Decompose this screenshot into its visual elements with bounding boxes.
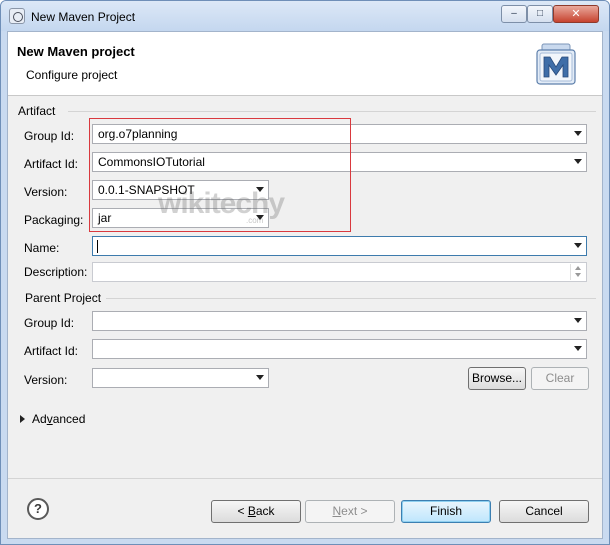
chevron-down-icon[interactable]: [574, 243, 582, 248]
watermark-logo: wikitechy: [158, 187, 285, 220]
chevron-down-icon[interactable]: [256, 375, 264, 380]
clear-button[interactable]: Clear: [531, 367, 589, 390]
packaging-label: Packaging:: [24, 213, 84, 227]
page-title: New Maven project: [17, 44, 135, 59]
name-label: Name:: [24, 241, 60, 255]
parent-version-label: Version:: [24, 373, 68, 387]
next-button[interactable]: Next >: [305, 500, 395, 523]
parent-group-id-label: Group Id:: [24, 316, 75, 330]
chevron-down-icon[interactable]: [574, 346, 582, 351]
text-caret: [97, 240, 98, 253]
artifact-group-title: Artifact: [18, 104, 56, 118]
back-label-suffix: ack: [255, 504, 275, 518]
chevron-down-icon[interactable]: [574, 159, 582, 164]
parent-group-title: Parent Project: [25, 291, 102, 305]
group-id-combo[interactable]: org.o7planning: [92, 124, 587, 144]
chevron-down-icon[interactable]: [574, 318, 582, 323]
packaging-value: jar: [98, 211, 112, 225]
cancel-button[interactable]: Cancel: [499, 500, 589, 523]
advanced-label-prefix: Ad: [32, 412, 47, 426]
advanced-label-suffix: anced: [52, 412, 86, 426]
description-label: Description:: [24, 265, 88, 279]
help-icon[interactable]: ?: [27, 498, 49, 520]
description-textarea[interactable]: [92, 262, 587, 282]
group-id-label: Group Id:: [24, 129, 75, 143]
parent-artifact-id-label: Artifact Id:: [24, 344, 79, 358]
window-title: New Maven Project: [31, 10, 136, 24]
close-button[interactable]: ✕: [553, 5, 599, 23]
advanced-toggle[interactable]: Advanced: [32, 412, 85, 426]
wizard-header: New Maven project Configure project: [8, 32, 602, 96]
group-id-value: org.o7planning: [98, 127, 178, 141]
finish-button[interactable]: Finish: [401, 500, 491, 523]
artifact-id-value: CommonsIOTutorial: [98, 155, 205, 169]
artifact-group-line: [68, 111, 596, 112]
scroll-spinner[interactable]: [570, 264, 585, 280]
dialog-client: New Maven project Configure project Arti…: [7, 31, 603, 539]
scroll-down-icon[interactable]: [575, 273, 581, 277]
back-button[interactable]: < Back: [211, 500, 301, 523]
maven-m-icon: [536, 43, 576, 85]
chevron-down-icon[interactable]: [574, 131, 582, 136]
footer-separator: [8, 478, 602, 479]
parent-artifact-id-combo[interactable]: [92, 339, 587, 359]
eclipse-icon: [9, 8, 25, 24]
back-label-mnemonic: B: [247, 504, 256, 518]
name-combo[interactable]: [92, 236, 587, 256]
parent-version-combo[interactable]: [92, 368, 269, 388]
dialog-window: New Maven Project – □ ✕ New Maven projec…: [0, 0, 610, 545]
parent-group-line: [106, 298, 596, 299]
artifact-id-combo[interactable]: CommonsIOTutorial: [92, 152, 587, 172]
version-label: Version:: [24, 185, 68, 199]
maximize-button[interactable]: □: [527, 5, 553, 23]
parent-group-id-combo[interactable]: [92, 311, 587, 331]
expand-arrow-icon[interactable]: [20, 415, 25, 423]
scroll-up-icon[interactable]: [575, 266, 581, 270]
next-label-suffix: ext >: [341, 504, 368, 518]
page-description: Configure project: [26, 68, 118, 82]
artifact-id-label: Artifact Id:: [24, 157, 79, 171]
title-bar[interactable]: New Maven Project – □ ✕: [1, 1, 609, 31]
minimize-button[interactable]: –: [501, 5, 527, 23]
watermark-domain: .com: [246, 216, 264, 225]
next-label-mnemonic: N: [332, 504, 342, 518]
browse-button[interactable]: Browse...: [468, 367, 526, 390]
back-label-prefix: <: [237, 504, 248, 518]
